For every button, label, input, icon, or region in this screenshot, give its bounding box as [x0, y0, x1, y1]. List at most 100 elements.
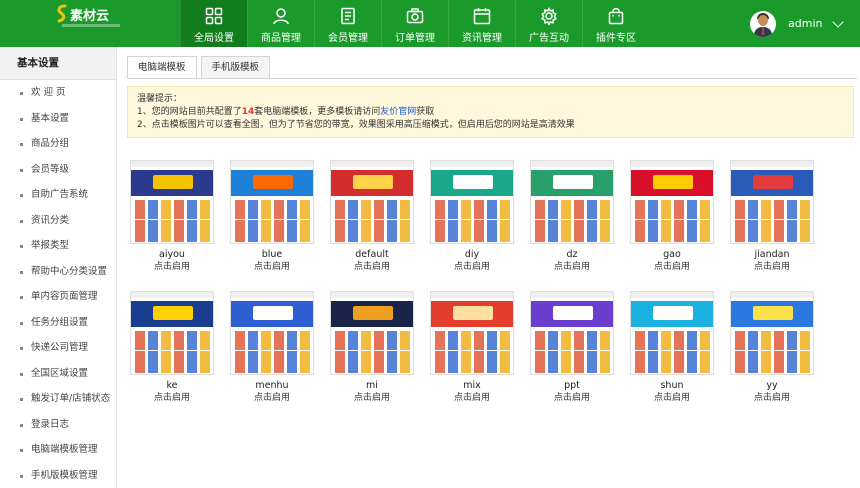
sidebar-item-member-levels[interactable]: 会员等级 — [0, 157, 116, 183]
sidebar-menu: 欢 迎 页 基本设置 商品分组 会员等级 自助广告系统 资讯分类 举报类型 帮助… — [0, 80, 116, 488]
user-menu[interactable]: admin — [750, 0, 860, 47]
thumb-header — [731, 292, 813, 298]
template-thumbnail[interactable] — [730, 160, 814, 244]
template-card: blue 点击启用 — [230, 160, 314, 273]
thumb-badge — [453, 306, 493, 320]
enable-template-button[interactable]: 点击启用 — [730, 392, 814, 404]
template-thumbnail[interactable] — [230, 291, 314, 375]
thumb-divider — [235, 350, 311, 351]
template-card: gao 点击启用 — [630, 160, 714, 273]
enable-template-button[interactable]: 点击启用 — [530, 261, 614, 273]
sidebar-item-regions[interactable]: 全国区域设置 — [0, 361, 116, 387]
enable-template-button[interactable]: 点击启用 — [630, 392, 714, 404]
template-thumbnail[interactable] — [530, 160, 614, 244]
nav-item-label: 订单管理 — [395, 33, 435, 44]
enable-template-button[interactable]: 点击启用 — [330, 392, 414, 404]
thumb-divider — [135, 219, 211, 220]
nav-item-global-settings[interactable]: 全局设置 — [180, 0, 247, 47]
chevron-down-icon[interactable] — [832, 15, 845, 28]
enable-template-button[interactable]: 点击启用 — [430, 392, 514, 404]
sidebar-title: 基本设置 — [0, 47, 116, 80]
nav-item-news-management[interactable]: 资讯管理 — [448, 0, 515, 47]
template-thumbnail[interactable] — [630, 291, 714, 375]
notice-line-2: 2、点击模板图片可以查看全图，但为了节省您的带宽，效果图采用高压缩模式，但启用后… — [137, 120, 575, 130]
template-thumbnail[interactable] — [430, 291, 514, 375]
template-thumbnail[interactable] — [230, 160, 314, 244]
thumb-content — [335, 200, 411, 242]
logo-underline — [62, 24, 120, 27]
thumb-content — [235, 331, 311, 373]
sidebar-item-report-types[interactable]: 举报类型 — [0, 233, 116, 259]
template-card: mi 点击启用 — [330, 291, 414, 404]
sidebar-item-courier-companies[interactable]: 快递公司管理 — [0, 335, 116, 361]
template-name: dz — [566, 249, 578, 260]
logo[interactable]: 素材云 — [0, 0, 180, 47]
notice-text: 获取 — [416, 107, 435, 117]
calendar-icon — [473, 8, 491, 25]
template-name: shun — [660, 380, 684, 391]
enable-template-button[interactable]: 点击启用 — [730, 261, 814, 273]
sidebar-item-trigger-order-status[interactable]: 触发订单/店铺状态 — [0, 386, 116, 412]
template-card: shun 点击启用 — [630, 291, 714, 404]
template-thumbnail[interactable] — [630, 160, 714, 244]
sidebar-item-help-center-categories[interactable]: 帮助中心分类设置 — [0, 259, 116, 285]
template-thumbnail[interactable] — [130, 291, 214, 375]
nav-item-member-management[interactable]: 会员管理 — [314, 0, 381, 47]
enable-template-button[interactable]: 点击启用 — [530, 392, 614, 404]
template-thumbnail[interactable] — [330, 291, 414, 375]
enable-template-button[interactable]: 点击启用 — [230, 261, 314, 273]
nav-item-plugins[interactable]: 插件专区 — [582, 0, 649, 47]
official-site-link[interactable]: 友价官网 — [380, 107, 416, 117]
template-thumbnail[interactable] — [430, 160, 514, 244]
thumb-content — [535, 331, 611, 373]
thumb-divider — [335, 350, 411, 351]
sidebar-item-pc-templates[interactable]: 电脑端模板管理 — [0, 437, 116, 463]
sidebar-item-self-service-ads[interactable]: 自助广告系统 — [0, 182, 116, 208]
template-card: mix 点击启用 — [430, 291, 514, 404]
thumb-header — [331, 292, 413, 298]
sidebar-item-welcome[interactable]: 欢 迎 页 — [0, 80, 116, 106]
sidebar-item-news-categories[interactable]: 资讯分类 — [0, 208, 116, 234]
thumb-divider — [535, 350, 611, 351]
enable-template-button[interactable]: 点击启用 — [230, 392, 314, 404]
thumb-header — [431, 292, 513, 298]
thumb-content — [135, 200, 211, 242]
sidebar-item-login-log[interactable]: 登录日志 — [0, 412, 116, 438]
thumb-divider — [235, 219, 311, 220]
nav-item-product-management[interactable]: 商品管理 — [247, 0, 314, 47]
template-thumbnail[interactable] — [730, 291, 814, 375]
sidebar-item-mobile-templates[interactable]: 手机版模板管理 — [0, 463, 116, 488]
sidebar-item-basic-settings[interactable]: 基本设置 — [0, 106, 116, 132]
top-navigation-bar: 素材云 全局设置 商品管理 会员管理 订单管理 资讯管理 广告互动 插件专区 a… — [0, 0, 860, 47]
nav-item-order-management[interactable]: 订单管理 — [381, 0, 448, 47]
nav-item-label: 资讯管理 — [462, 33, 502, 44]
tab-pc-templates[interactable]: 电脑端模板 — [127, 56, 197, 79]
thumb-divider — [635, 219, 711, 220]
user-name: admin — [788, 17, 823, 30]
thumb-badge — [553, 175, 593, 189]
thumb-badge — [653, 306, 693, 320]
thumb-header — [531, 161, 613, 167]
thumb-content — [635, 200, 711, 242]
thumb-content — [435, 200, 511, 242]
sidebar-item-task-groups[interactable]: 任务分组设置 — [0, 310, 116, 336]
sidebar-item-product-groups[interactable]: 商品分组 — [0, 131, 116, 157]
logo-text: 素材云 — [70, 9, 110, 24]
tab-mobile-templates[interactable]: 手机版模板 — [200, 56, 271, 79]
nav-item-ad-interaction[interactable]: 广告互动 — [515, 0, 582, 47]
enable-template-button[interactable]: 点击启用 — [630, 261, 714, 273]
enable-template-button[interactable]: 点击启用 — [430, 261, 514, 273]
template-thumbnail[interactable] — [130, 160, 214, 244]
template-name: default — [355, 249, 389, 260]
grid-icon — [205, 7, 223, 25]
template-name: blue — [261, 249, 283, 260]
sidebar-item-single-pages[interactable]: 单内容页面管理 — [0, 284, 116, 310]
template-thumbnail[interactable] — [330, 160, 414, 244]
enable-template-button[interactable]: 点击启用 — [330, 261, 414, 273]
template-thumbnail[interactable] — [530, 291, 614, 375]
template-name: aiyou — [159, 249, 185, 260]
enable-template-button[interactable]: 点击启用 — [130, 261, 214, 273]
enable-template-button[interactable]: 点击启用 — [130, 392, 214, 404]
template-name: mix — [463, 380, 481, 391]
thumb-badge — [153, 175, 193, 189]
